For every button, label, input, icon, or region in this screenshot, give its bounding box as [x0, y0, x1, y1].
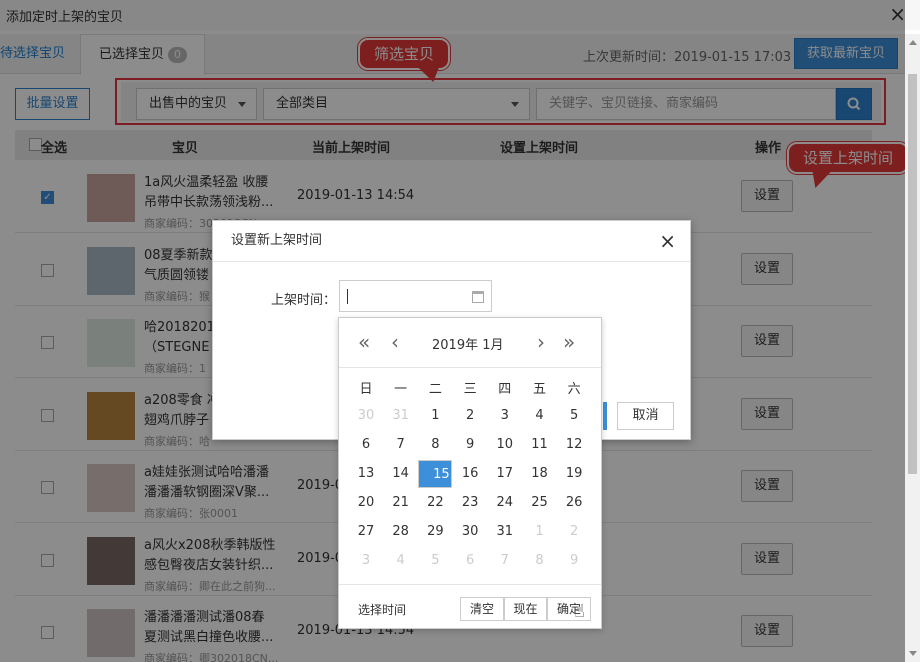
calendar-day[interactable]: 1: [418, 402, 452, 430]
calendar-day[interactable]: 28: [384, 518, 418, 546]
weekday-label: 一: [394, 382, 408, 397]
calendar-day[interactable]: 26: [557, 489, 591, 517]
main-window: 添加定时上架的宝贝 × 待选择宝贝 已选择宝贝 0 上次更新时间：2019-01-…: [0, 0, 920, 662]
time-input[interactable]: [339, 280, 492, 312]
date-picker-header: « ‹ 2019年 1月 › »: [339, 318, 601, 368]
calendar-day[interactable]: 9: [453, 431, 487, 459]
now-button[interactable]: 现在: [504, 597, 547, 621]
calendar-day[interactable]: 9: [557, 547, 591, 575]
time-label: 上架时间：: [271, 293, 337, 308]
hand-cursor-icon: ☝: [574, 601, 585, 622]
calendar-day[interactable]: 15: [418, 460, 453, 488]
calendar-day[interactable]: 8: [418, 431, 452, 459]
next-month-icon[interactable]: ›: [537, 330, 545, 354]
calendar-day[interactable]: 7: [488, 547, 522, 575]
pick-time-link[interactable]: 选择时间: [358, 601, 406, 618]
calendar-day[interactable]: 19: [557, 460, 591, 488]
calendar-day[interactable]: 18: [523, 460, 557, 488]
clear-button[interactable]: 清空: [460, 597, 504, 621]
dialog-title: 设置新上架时间: [213, 221, 690, 262]
close-icon[interactable]: ×: [659, 229, 676, 253]
scrollbar[interactable]: [905, 34, 920, 662]
confirm-button-edge[interactable]: [603, 402, 607, 430]
calendar-day[interactable]: 27: [349, 518, 383, 546]
calendar-day[interactable]: 5: [418, 547, 452, 575]
weekday-label: 六: [567, 382, 581, 397]
prev-year-icon[interactable]: «: [358, 330, 370, 354]
calendar-day[interactable]: 3: [349, 547, 383, 575]
weekday-label: 三: [463, 382, 477, 397]
calendar-icon[interactable]: [472, 291, 484, 303]
calendar-day[interactable]: 4: [523, 402, 557, 430]
scroll-up-icon[interactable]: [909, 40, 917, 45]
weekday-label: 五: [532, 382, 546, 397]
calendar-day[interactable]: 7: [384, 431, 418, 459]
calendar-day[interactable]: 2: [453, 402, 487, 430]
calendar-day[interactable]: 6: [453, 547, 487, 575]
year-month-label: 2019年 1月: [432, 338, 504, 353]
date-picker-footer: 选择时间 清空 现在 确定: [339, 584, 601, 628]
calendar-day[interactable]: 1: [523, 518, 557, 546]
calendar-day[interactable]: 30: [349, 402, 383, 430]
calendar-day[interactable]: 12: [557, 431, 591, 459]
calendar-day[interactable]: 4: [384, 547, 418, 575]
calendar-day[interactable]: 30: [453, 518, 487, 546]
text-cursor: [347, 289, 348, 304]
calendar-day[interactable]: 17: [488, 460, 522, 488]
scroll-down-icon[interactable]: [909, 651, 917, 656]
prev-month-icon[interactable]: ‹: [391, 330, 399, 354]
calendar-day[interactable]: 23: [453, 489, 487, 517]
calendar-day[interactable]: 13: [349, 460, 383, 488]
next-year-icon[interactable]: »: [563, 330, 575, 354]
calendar-day[interactable]: 2: [557, 518, 591, 546]
cancel-button[interactable]: 取消: [617, 402, 674, 430]
calendar-day[interactable]: 21: [384, 489, 418, 517]
calendar-day[interactable]: 14: [384, 460, 418, 488]
calendar-day[interactable]: 11: [523, 431, 557, 459]
calendar-day[interactable]: 31: [488, 518, 522, 546]
calendar-day[interactable]: 20: [349, 489, 383, 517]
calendar-day[interactable]: 25: [523, 489, 557, 517]
weekday-label: 二: [428, 382, 442, 397]
date-picker: « ‹ 2019年 1月 › » 日一二三四五六 30 31 1 2 3 4 5 6 7 8 9 10…: [338, 317, 602, 629]
calendar-day[interactable]: 5: [557, 402, 591, 430]
calendar-day[interactable]: 8: [523, 547, 557, 575]
calendar-day[interactable]: 29: [418, 518, 452, 546]
calendar-day[interactable]: 31: [384, 402, 418, 430]
calendar-day[interactable]: 22: [418, 489, 452, 517]
weekday-label: 日: [359, 382, 373, 397]
calendar-day[interactable]: 6: [349, 431, 383, 459]
calendar-day[interactable]: 16: [453, 460, 487, 488]
calendar-day[interactable]: 24: [488, 489, 522, 517]
weekday-label: 四: [498, 382, 512, 397]
calendar-day[interactable]: 10: [488, 431, 522, 459]
calendar-day[interactable]: 3: [488, 402, 522, 430]
scroll-thumb[interactable]: [908, 74, 917, 474]
